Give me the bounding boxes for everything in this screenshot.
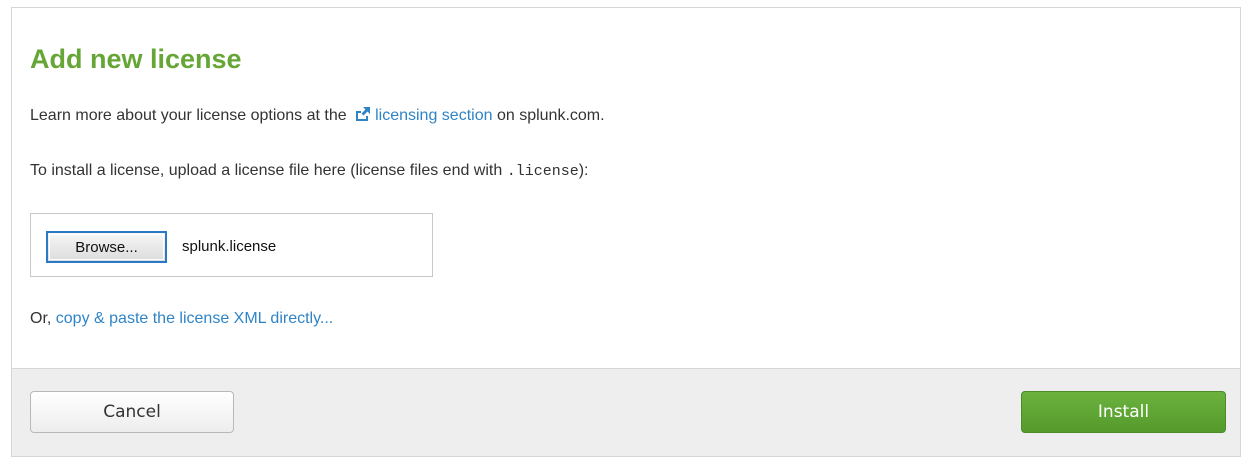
dialog-body: Add new license Learn more about your li…	[12, 8, 1240, 370]
install-instructions-prefix: To install a license, upload a license f…	[30, 162, 507, 179]
paste-option-text: Or, copy & paste the license XML directl…	[30, 309, 333, 329]
dialog-footer: Cancel Install	[12, 368, 1240, 456]
add-license-dialog: Add new license Learn more about your li…	[11, 7, 1241, 457]
cancel-button[interactable]: Cancel	[30, 391, 234, 433]
selected-file-name: splunk.license	[182, 238, 277, 255]
external-link-icon	[356, 107, 371, 121]
install-instructions: To install a license, upload a license f…	[30, 161, 589, 182]
install-instructions-suffix: ):	[578, 162, 589, 179]
dialog-title: Add new license	[30, 44, 242, 74]
learn-more-prefix: Learn more about your license options at…	[30, 107, 352, 124]
licensing-section-link[interactable]: licensing section	[351, 107, 493, 124]
paste-option-prefix: Or,	[30, 310, 56, 327]
learn-more-suffix: on splunk.com.	[492, 107, 605, 124]
browse-button[interactable]: Browse...	[46, 231, 167, 263]
license-file-input[interactable]: Browse... splunk.license	[30, 213, 433, 277]
paste-xml-link[interactable]: copy & paste the license XML directly...	[56, 310, 333, 327]
learn-more-text: Learn more about your license options at…	[30, 106, 605, 126]
install-button[interactable]: Install	[1021, 391, 1226, 433]
licensing-section-link-label[interactable]: licensing section	[375, 107, 492, 124]
license-extension: .license	[506, 163, 579, 180]
